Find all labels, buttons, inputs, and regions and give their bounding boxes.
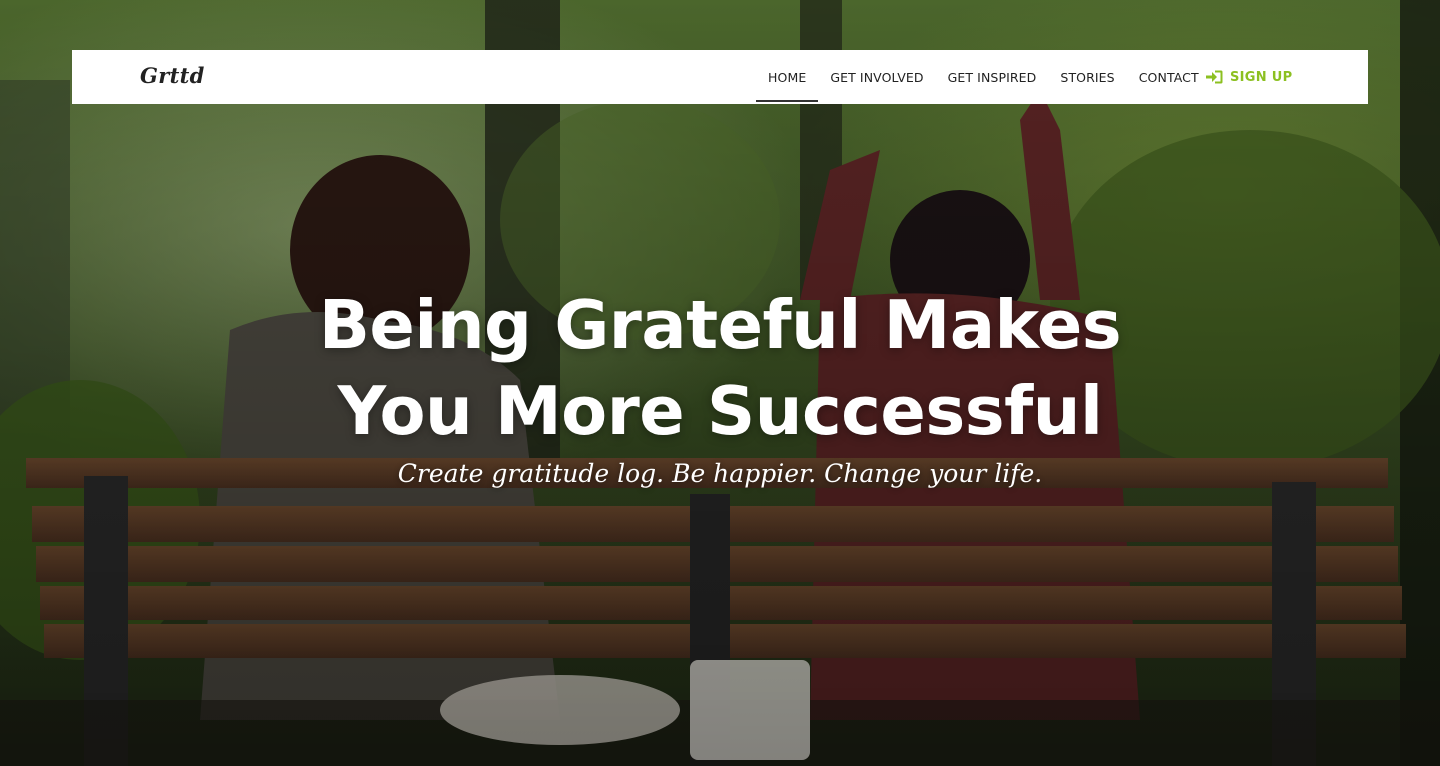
hero-headline-line-1: Being Grateful Makes [318,286,1122,364]
hero-headline: Being Grateful Makes You More Successful [0,282,1440,454]
hero-headline-line-2: You More Successful [337,372,1103,450]
nav-menu: HOME GET INVOLVED GET INSPIRED STORIES C… [756,50,1211,104]
hero-section: Grttd HOME GET INVOLVED GET INSPIRED STO… [0,0,1440,766]
sign-up-label: SIGN UP [1230,69,1293,85]
brand-logo[interactable]: Grttd [140,63,205,88]
top-navbar: Grttd HOME GET INVOLVED GET INSPIRED STO… [72,50,1368,104]
hero-tagline: Create gratitude log. Be happier. Change… [397,459,1043,488]
nav-item-contact[interactable]: CONTACT [1127,50,1211,104]
nav-item-home[interactable]: HOME [756,50,819,104]
sign-up-button[interactable]: SIGN UP [1206,50,1292,104]
nav-item-get-inspired[interactable]: GET INSPIRED [936,50,1049,104]
sign-in-icon [1206,70,1223,84]
nav-item-get-involved[interactable]: GET INVOLVED [818,50,935,104]
nav-item-stories[interactable]: STORIES [1048,50,1126,104]
